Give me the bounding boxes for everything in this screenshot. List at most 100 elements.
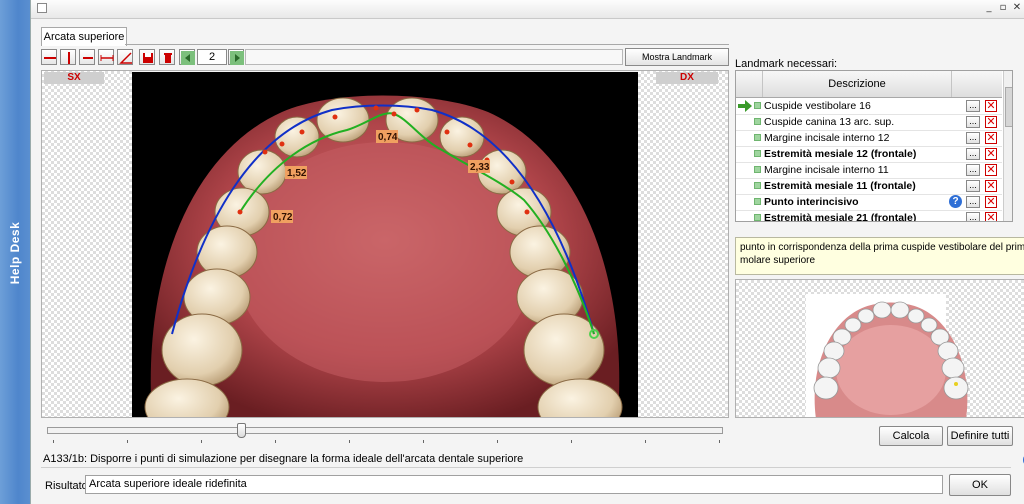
landmark-help-icon[interactable]: ? bbox=[949, 195, 962, 208]
landmark-row[interactable]: Estremità mesiale 12 (frontale)... ✕ bbox=[736, 146, 1002, 163]
landmark-label: Cuspide canina 13 arc. sup. bbox=[764, 116, 895, 128]
title-bar: _ ▫ ✕ bbox=[31, 0, 1024, 19]
page-number-field[interactable]: 2 bbox=[197, 49, 227, 65]
define-all-button[interactable]: Definire tutti bbox=[947, 426, 1013, 446]
landmark-options-button[interactable]: ... bbox=[966, 100, 980, 112]
delete-button[interactable] bbox=[159, 49, 175, 65]
right-transparent-area bbox=[638, 71, 728, 417]
help-desk-label: Help Desk bbox=[8, 221, 22, 285]
landmark-delete-icon[interactable]: ✕ bbox=[985, 164, 997, 176]
tab-arcata-superiore[interactable]: Arcata superiore bbox=[41, 27, 127, 46]
landmark-options-button[interactable]: ... bbox=[966, 116, 980, 128]
horizontal-line-tool-button[interactable] bbox=[41, 49, 57, 65]
zoom-slider-thumb[interactable] bbox=[237, 423, 246, 438]
image-viewer[interactable]: SX DX 0,74 1,52 2,33 0,72 bbox=[41, 70, 729, 418]
previous-page-button[interactable] bbox=[179, 49, 195, 65]
trash-icon bbox=[164, 53, 172, 63]
landmark-row[interactable]: Estremità mesiale 11 (frontale)... ✕ bbox=[736, 178, 1002, 195]
landmark-label: Margine incisale interno 12 bbox=[764, 132, 890, 144]
landmark-delete-icon[interactable]: ✕ bbox=[985, 180, 997, 192]
status-message: A133/1b: Disporre i punti di simulazione… bbox=[43, 453, 524, 465]
landmark-delete-icon[interactable]: ✕ bbox=[985, 116, 997, 128]
measure-label-4: 0,72 bbox=[273, 212, 293, 223]
landmark-label: Punto interincisivo bbox=[764, 196, 859, 208]
landmark-scrollbar-thumb[interactable] bbox=[1005, 87, 1012, 127]
landmark-label: Estremità mesiale 21 (frontale) bbox=[764, 212, 917, 222]
landmark-row[interactable]: Estremità mesiale 21 (frontale)... ✕ bbox=[736, 210, 1002, 222]
slider-tick bbox=[645, 440, 646, 443]
landmark-delete-icon[interactable]: ✕ bbox=[985, 148, 997, 160]
reference-arch-image bbox=[806, 294, 969, 417]
dental-arch-photo[interactable]: 0,74 1,52 2,33 0,72 bbox=[132, 72, 638, 417]
angle-tool-button[interactable] bbox=[117, 49, 133, 65]
landmark-options-button[interactable]: ... bbox=[966, 148, 980, 160]
landmark-row[interactable]: Margine incisale interno 11... ✕ bbox=[736, 162, 1002, 179]
arrow-right-icon bbox=[230, 51, 244, 65]
vertical-line-tool-button[interactable] bbox=[60, 49, 76, 65]
landmark-status-icon bbox=[754, 150, 761, 157]
reference-point bbox=[954, 382, 958, 386]
landmark-options-button[interactable]: ... bbox=[966, 180, 980, 192]
show-current-landmark-button[interactable]: Mostra Landmark corrente bbox=[625, 48, 729, 78]
landmark-delete-icon[interactable]: ✕ bbox=[985, 132, 997, 144]
measure-label-1: 0,74 bbox=[378, 132, 398, 143]
help-desk-sidebar[interactable]: Help Desk bbox=[0, 0, 30, 504]
reference-image bbox=[735, 279, 1024, 418]
zoom-slider-track[interactable] bbox=[47, 427, 723, 434]
column-header-descrizione[interactable]: Descrizione bbox=[762, 71, 952, 97]
save-button[interactable] bbox=[139, 49, 155, 65]
landmark-options-button[interactable]: ... bbox=[966, 164, 980, 176]
segment-tool-button[interactable] bbox=[79, 49, 95, 65]
status-divider bbox=[41, 467, 1011, 468]
floppy-disk-icon bbox=[143, 53, 153, 63]
left-side-label: SX bbox=[44, 72, 104, 84]
landmark-status-icon bbox=[754, 166, 761, 173]
main-window: _ ▫ ✕ Arcata superiore 2 Mostra Landmark… bbox=[30, 0, 1024, 504]
right-side-label: DX bbox=[656, 72, 718, 84]
landmark-status-icon bbox=[754, 118, 761, 125]
landmark-status-icon bbox=[754, 214, 761, 221]
next-page-button[interactable] bbox=[228, 49, 244, 65]
current-landmark-arrow-icon bbox=[738, 100, 752, 112]
landmark-label: Estremità mesiale 11 (frontale) bbox=[764, 180, 916, 192]
left-transparent-area bbox=[42, 71, 132, 417]
landmark-delete-icon[interactable]: ✕ bbox=[985, 196, 997, 208]
landmark-row[interactable]: Cuspide vestibolare 16... ✕ bbox=[736, 98, 1002, 115]
landmark-label: Margine incisale interno 11 bbox=[764, 164, 889, 176]
slider-tick bbox=[423, 440, 424, 443]
slider-tick bbox=[571, 440, 572, 443]
landmark-row[interactable]: Punto interincisivo?... ✕ bbox=[736, 194, 1002, 211]
landmark-status-icon bbox=[754, 134, 761, 141]
calcola-button[interactable]: Calcola bbox=[879, 426, 943, 446]
close-button[interactable]: ✕ bbox=[1011, 2, 1023, 14]
maximize-button[interactable]: ▫ bbox=[997, 2, 1009, 14]
landmark-scrollbar[interactable] bbox=[1003, 71, 1012, 221]
segment-icon bbox=[83, 57, 93, 59]
slider-tick bbox=[719, 440, 720, 443]
landmark-status-icon bbox=[754, 198, 761, 205]
landmark-delete-icon[interactable]: ✕ bbox=[985, 100, 997, 112]
landmark-description: punto in corrispondenza della prima cusp… bbox=[735, 237, 1024, 275]
slider-tick bbox=[53, 440, 54, 443]
landmark-options-button[interactable]: ... bbox=[966, 132, 980, 144]
result-field[interactable]: Arcata superiore ideale ridefinita bbox=[85, 475, 943, 494]
landmark-delete-icon[interactable]: ✕ bbox=[985, 212, 997, 221]
vertical-line-icon bbox=[68, 52, 70, 64]
minimize-button[interactable]: _ bbox=[983, 2, 995, 14]
landmark-row[interactable]: Margine incisale interno 12... ✕ bbox=[736, 130, 1002, 147]
landmark-panel-title: Landmark necessari: bbox=[735, 58, 838, 70]
slider-tick bbox=[497, 440, 498, 443]
landmark-options-button[interactable]: ... bbox=[966, 196, 980, 208]
landmark-status-icon bbox=[754, 182, 761, 189]
slider-tick bbox=[127, 440, 128, 443]
measure-label-2: 1,52 bbox=[287, 168, 307, 179]
distance-tool-button[interactable] bbox=[98, 49, 114, 65]
landmark-row[interactable]: Cuspide canina 13 arc. sup.... ✕ bbox=[736, 114, 1002, 131]
landmark-table[interactable]: Descrizione Cuspide vestibolare 16... ✕ Cu… bbox=[735, 70, 1013, 222]
slider-tick bbox=[349, 440, 350, 443]
ok-button[interactable]: OK bbox=[949, 474, 1011, 496]
landmark-table-header: Descrizione bbox=[736, 71, 1002, 98]
arrow-left-icon bbox=[181, 51, 195, 65]
landmark-options-button[interactable]: ... bbox=[966, 212, 980, 221]
arch-drawing: 0,74 1,52 2,33 0,72 bbox=[144, 95, 623, 417]
